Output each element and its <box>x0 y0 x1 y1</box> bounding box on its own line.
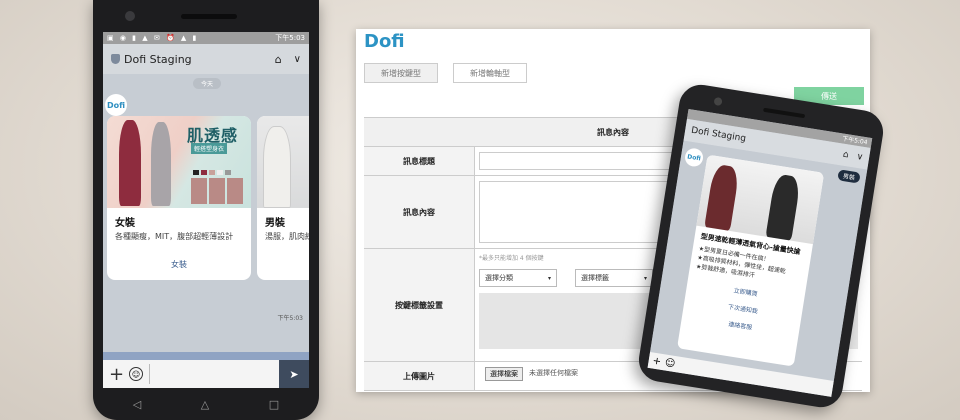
chat-title: Dofi Staging <box>124 52 192 66</box>
choose-file-button[interactable]: 選擇檔案 <box>485 367 523 381</box>
back-icon[interactable]: ◁ <box>133 398 141 411</box>
chevron-down-icon[interactable]: ∨ <box>294 54 301 65</box>
product-thumbnails <box>191 178 243 204</box>
card-image: 肌透感 輕搭塑身衣 <box>107 116 251 208</box>
card-image <box>257 116 309 208</box>
emoji-icon[interactable]: ☺ <box>664 357 676 369</box>
recents-icon[interactable]: □ <box>269 398 279 411</box>
tab-carousel-type[interactable]: 新增輪軸型 <box>453 63 527 83</box>
date-pill: 今天 <box>193 78 222 89</box>
file-status: 未選擇任何檔案 <box>529 369 578 377</box>
card-description: 湯服，肌肉線 <box>265 232 309 241</box>
label-select-value: 選擇標籤 <box>581 274 609 282</box>
label-select[interactable]: 選擇標籤 ▾ <box>575 269 653 287</box>
dropdown-arrow-icon: ▾ <box>643 274 647 282</box>
model-figure <box>119 120 141 206</box>
phone-screen: ▣ ◉ ▮ ▲ ✉ ⏰ ▲ ▮ 下午5:03 Dofi Staging ⌂ ∨ … <box>103 32 309 388</box>
send-icon[interactable]: ➤ <box>279 360 309 388</box>
phone-left: ▣ ◉ ▮ ▲ ✉ ⏰ ▲ ▮ 下午5:03 Dofi Staging ⌂ ∨ … <box>93 0 319 420</box>
plus-icon[interactable]: + <box>109 364 124 385</box>
carousel-card[interactable]: 肌透感 輕搭塑身衣 女裝 各種顯瘦，MIT，腹部超輕薄設計 女裝 <box>107 116 251 280</box>
camera-icon <box>125 11 135 21</box>
logo: Dofi <box>364 31 405 52</box>
model-figure <box>263 126 291 208</box>
message-time: 下午5:03 <box>277 315 303 322</box>
avatar[interactable]: Dofi <box>683 147 705 168</box>
model-figure <box>704 163 740 231</box>
card-image <box>696 154 825 245</box>
upload-label: 上傳圖片 <box>364 362 475 390</box>
status-icons: ▣ ◉ ▮ ▲ ✉ ⏰ ▲ ▮ <box>107 34 199 42</box>
buttons-hint: *最多只能增加 4 個按鍵 <box>479 255 544 262</box>
status-time: 下午5:03 <box>275 34 305 42</box>
sent-message-bubble: 男裝 <box>837 169 861 184</box>
buttons-label: 按鍵標籤設置 <box>364 249 475 361</box>
camera-icon <box>713 96 723 107</box>
card-description: 各種顯瘦，MIT，腹部超輕薄設計 <box>115 232 234 241</box>
category-select-value: 選擇分類 <box>485 274 513 282</box>
content-label: 訊息內容 <box>364 176 475 248</box>
card-title: 女裝 <box>115 218 135 229</box>
tab-button-type[interactable]: 新增按鍵型 <box>364 63 438 83</box>
product-card[interactable]: 型男速乾輕薄透氣背心-搶量快搶 ★型男夏日必備一件在搞！ ★高吸排質材料，彈性佳… <box>676 154 825 367</box>
model-figure <box>765 173 802 241</box>
plus-icon[interactable]: + <box>652 355 662 367</box>
message-input[interactable] <box>149 364 279 384</box>
status-bar: ▣ ◉ ▮ ▲ ✉ ⏰ ▲ ▮ 下午5:03 <box>103 32 309 44</box>
dropdown-arrow-icon: ▾ <box>547 274 551 282</box>
phone-screen: 下午5:04 Dofi Staging ⌂ ∨ Dofi 男裝 型男速乾輕薄透氣… <box>647 108 873 397</box>
subject-label: 訊息標題 <box>364 147 475 175</box>
chat-body[interactable]: 今天 Dofi 肌透感 輕搭塑身衣 女裝 各種顯瘦，MIT，腹部超輕薄設計 女裝 <box>103 74 309 352</box>
shield-icon <box>111 54 120 64</box>
carousel-card[interactable]: 男裝 湯服，肌肉線 <box>257 116 309 280</box>
speaker-grill <box>181 14 237 19</box>
promo-subtitle: 輕搭塑身衣 <box>191 143 228 154</box>
emoji-icon[interactable]: ☺ <box>129 367 144 381</box>
avatar[interactable]: Dofi <box>105 94 127 116</box>
chat-header: Dofi Staging ⌂ ∨ <box>103 44 309 74</box>
model-figure <box>151 122 171 206</box>
home-icon[interactable]: ⌂ <box>275 53 282 66</box>
card-action-link[interactable]: 女裝 <box>107 259 251 270</box>
chat-body[interactable]: Dofi 男裝 型男速乾輕薄透氣背心-搶量快搶 ★型男夏日必備一件在搞！ ★高吸… <box>647 140 868 397</box>
speaker-grill <box>763 107 806 119</box>
home-icon[interactable]: ⌂ <box>842 150 849 161</box>
android-nav-bar: ◁ △ □ <box>103 391 309 417</box>
home-nav-icon[interactable]: △ <box>201 398 209 411</box>
card-title: 男裝 <box>265 218 285 229</box>
category-select[interactable]: 選擇分類 ▾ <box>479 269 557 287</box>
chat-title: Dofi Staging <box>690 125 747 145</box>
color-swatches <box>193 170 231 175</box>
chat-input-bar: + ☺ ➤ <box>103 360 309 388</box>
chevron-down-icon[interactable]: ∨ <box>856 152 864 163</box>
